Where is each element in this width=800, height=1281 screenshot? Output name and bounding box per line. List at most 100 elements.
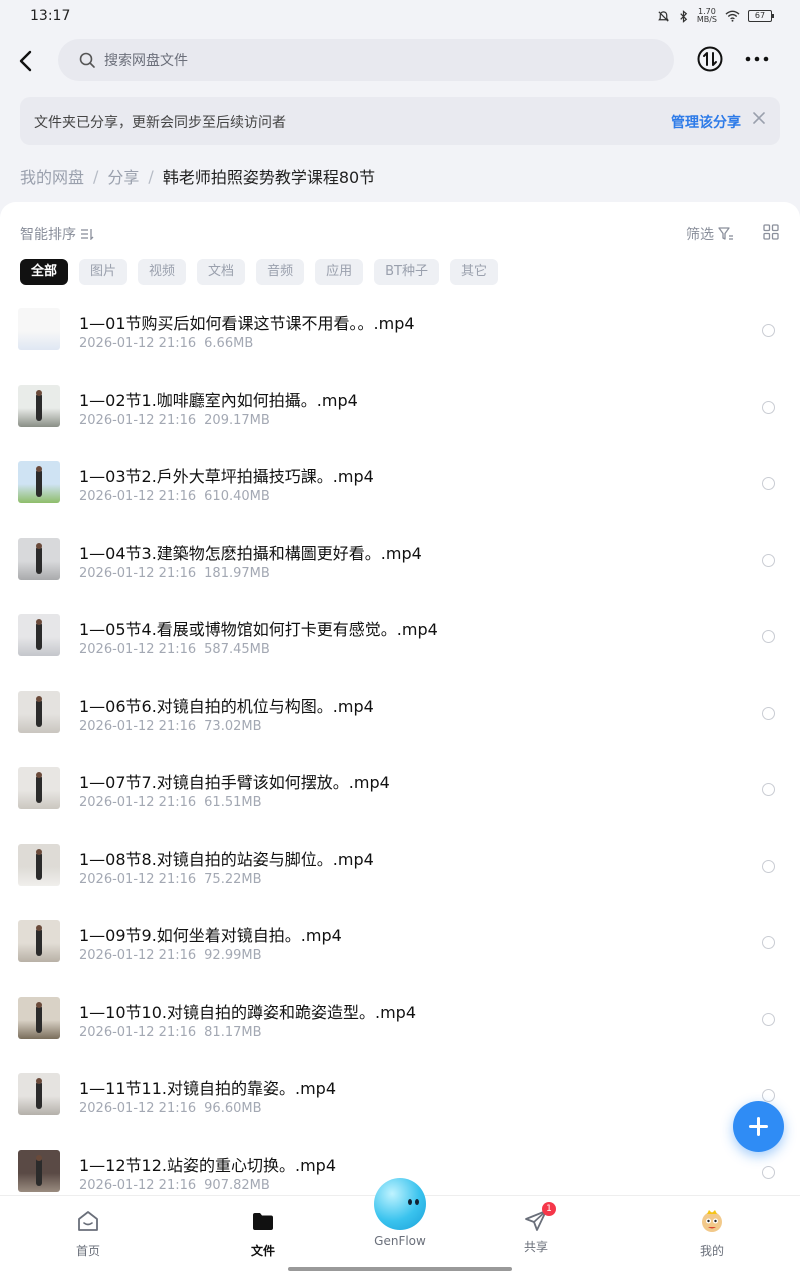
file-meta: 2026-01-12 21:16 96.60MB [79, 1101, 262, 1116]
file-date: 2026-01-12 21:16 [79, 1024, 197, 1040]
file-row[interactable]: 1—01节购买后如何看课这节课不用看。。.mp4 2026-01-12 21:16… [0, 302, 800, 379]
file-meta: 2026-01-12 21:16 209.17MB [79, 413, 270, 428]
close-icon[interactable] [752, 111, 766, 125]
select-radio[interactable] [762, 1012, 775, 1026]
transfer-icon[interactable] [697, 46, 723, 72]
manage-share-link[interactable]: 管理该分享 [671, 112, 741, 132]
more-icon[interactable] [744, 52, 770, 66]
file-size: 587.45MB [204, 642, 270, 657]
select-radio[interactable] [762, 859, 775, 873]
chip-documents[interactable]: 文档 [197, 259, 246, 285]
video-thumbnail [18, 767, 60, 809]
file-size: 6.66MB [204, 336, 254, 351]
video-thumbnail [18, 1073, 60, 1115]
select-radio[interactable] [762, 936, 775, 949]
nav-genflow-label: GenFlow [374, 1234, 426, 1248]
chip-apps[interactable]: 应用 [315, 259, 364, 285]
nav-genflow[interactable]: GenFlow [360, 1178, 440, 1248]
battery-icon: 67 [748, 10, 774, 22]
file-row[interactable]: 1—08节8.对镜自拍的站姿与脚位。.mp4 2026-01-12 21:16 75… [0, 838, 800, 915]
file-date: 2026-01-12 21:16 [79, 336, 197, 351]
add-button[interactable] [733, 1101, 784, 1152]
status-icons: 1.70 MB/S 67 [657, 8, 774, 24]
file-row[interactable]: 1—06节6.对镜自拍的机位与构图。.mp4 2026-01-12 21:16 73… [0, 685, 800, 762]
folder-icon [253, 1213, 273, 1230]
file-size: 73.02MB [204, 718, 262, 734]
sort-button[interactable]: 智能排序 [20, 224, 94, 244]
search-input[interactable]: 搜索网盘文件 [58, 39, 674, 81]
filter-button[interactable]: 筛选 [686, 224, 734, 244]
file-name: 1—06节6.对镜自拍的机位与构图。.mp4 [79, 696, 374, 716]
file-meta: 2026-01-12 21:16 610.40MB [79, 489, 270, 504]
search-placeholder: 搜索网盘文件 [104, 53, 188, 69]
chip-videos[interactable]: 视频 [138, 259, 187, 285]
nav-share-label: 共享 [523, 1240, 548, 1254]
file-meta: 2026-01-12 21:16 181.97MB [79, 566, 270, 581]
file-row[interactable]: 1—02节1.咖啡廳室內如何拍攝。.mp4 2026-01-12 21:16 209… [0, 379, 800, 456]
file-size: 209.17MB [204, 412, 270, 428]
video-thumbnail [18, 690, 60, 733]
home-indicator [288, 1267, 512, 1271]
video-thumbnail [18, 843, 60, 886]
file-panel: 智能排序 筛选 全部 图片 视频 文档 音频 应用 BT种子 其它 1—01节购… [0, 202, 800, 1280]
file-name: 1—09节9.如何坐着对镜自拍。.mp4 [79, 926, 342, 945]
file-row[interactable]: 1—07节7.对镜自拍手臂该如何摆放。.mp4 2026-01-12 21:16 6… [0, 761, 800, 838]
select-radio[interactable] [762, 1089, 775, 1102]
select-radio[interactable] [762, 477, 775, 490]
file-size: 81.17MB [204, 1024, 262, 1040]
status-time: 13:17 [30, 8, 71, 24]
home-icon [78, 1211, 98, 1231]
top-bar: 搜索网盘文件 [0, 36, 800, 86]
video-thumbnail [18, 384, 60, 427]
select-radio[interactable] [762, 400, 775, 414]
select-radio[interactable] [762, 630, 775, 643]
file-meta: 2026-01-12 21:16 907.82MB [79, 1178, 270, 1193]
status-bar: 13:17 1.70 MB/S 67 [0, 0, 800, 34]
nav-share[interactable]: 1 共享 [496, 1202, 576, 1255]
file-meta: 2026-01-12 21:16 92.99MB [79, 948, 262, 963]
chip-all[interactable]: 全部 [20, 259, 69, 285]
video-thumbnail [18, 537, 60, 580]
nav-home[interactable]: 首页 [48, 1208, 128, 1259]
file-date: 2026-01-12 21:16 [79, 642, 197, 657]
file-meta: 2026-01-12 21:16 73.02MB [79, 719, 262, 734]
nav-mine[interactable]: 我的 [672, 1208, 752, 1259]
select-radio[interactable] [762, 1165, 775, 1179]
file-name: 1—01节购买后如何看课这节课不用看。。.mp4 [79, 314, 415, 333]
video-thumbnail [18, 308, 60, 350]
file-row[interactable]: 1—10节10.对镜自拍的蹲姿和跪姿造型。.mp4 2026-01-12 21:1… [0, 991, 800, 1068]
breadcrumb-parent[interactable]: 分享 [107, 164, 139, 188]
video-thumbnail [18, 920, 60, 962]
video-thumbnail [18, 996, 60, 1039]
file-name: 1—12节12.站姿的重心切换。.mp4 [79, 1155, 336, 1175]
file-row[interactable]: 1—05节4.看展或博物馆如何打卡更有感觉。.mp4 2026-01-12 21:… [0, 608, 800, 685]
file-name: 1—03节2.戶外大草坪拍攝技巧課。.mp4 [79, 467, 374, 486]
file-row[interactable]: 1—11节11.对镜自拍的靠姿。.mp4 2026-01-12 21:16 96.6… [0, 1067, 800, 1144]
avatar-icon [702, 1210, 722, 1232]
chip-audio[interactable]: 音频 [256, 259, 305, 285]
wifi-icon [725, 10, 740, 22]
select-radio[interactable] [762, 706, 775, 720]
file-size: 96.60MB [204, 1101, 262, 1116]
select-radio[interactable] [762, 553, 775, 567]
file-row[interactable]: 1—03节2.戶外大草坪拍攝技巧課。.mp4 2026-01-12 21:16 61… [0, 455, 800, 532]
file-date: 2026-01-12 21:16 [79, 718, 197, 734]
nav-files-label: 文件 [250, 1244, 275, 1258]
chip-bt[interactable]: BT种子 [374, 259, 439, 285]
bluetooth-icon [680, 9, 688, 23]
select-radio[interactable] [762, 783, 775, 796]
select-radio[interactable] [762, 324, 775, 337]
file-name: 1—04节3.建築物怎麽拍攝和構圖更好看。.mp4 [79, 543, 422, 563]
nav-files[interactable]: 文件 [223, 1208, 303, 1259]
chip-images[interactable]: 图片 [79, 259, 128, 285]
file-date: 2026-01-12 21:16 [79, 412, 197, 428]
file-row[interactable]: 1—04节3.建築物怎麽拍攝和構圖更好看。.mp4 2026-01-12 21:1… [0, 532, 800, 609]
breadcrumb-root[interactable]: 我的网盘 [20, 164, 84, 188]
share-notice: 文件夹已分享，更新会同步至后续访问者 管理该分享 [20, 97, 780, 145]
chip-other[interactable]: 其它 [449, 259, 498, 285]
file-row[interactable]: 1—09节9.如何坐着对镜自拍。.mp4 2026-01-12 21:16 92.9… [0, 914, 800, 991]
file-date: 2026-01-12 21:16 [79, 1101, 197, 1116]
grid-view-icon[interactable] [763, 224, 779, 240]
file-date: 2026-01-12 21:16 [79, 565, 197, 581]
back-button[interactable] [14, 48, 40, 74]
